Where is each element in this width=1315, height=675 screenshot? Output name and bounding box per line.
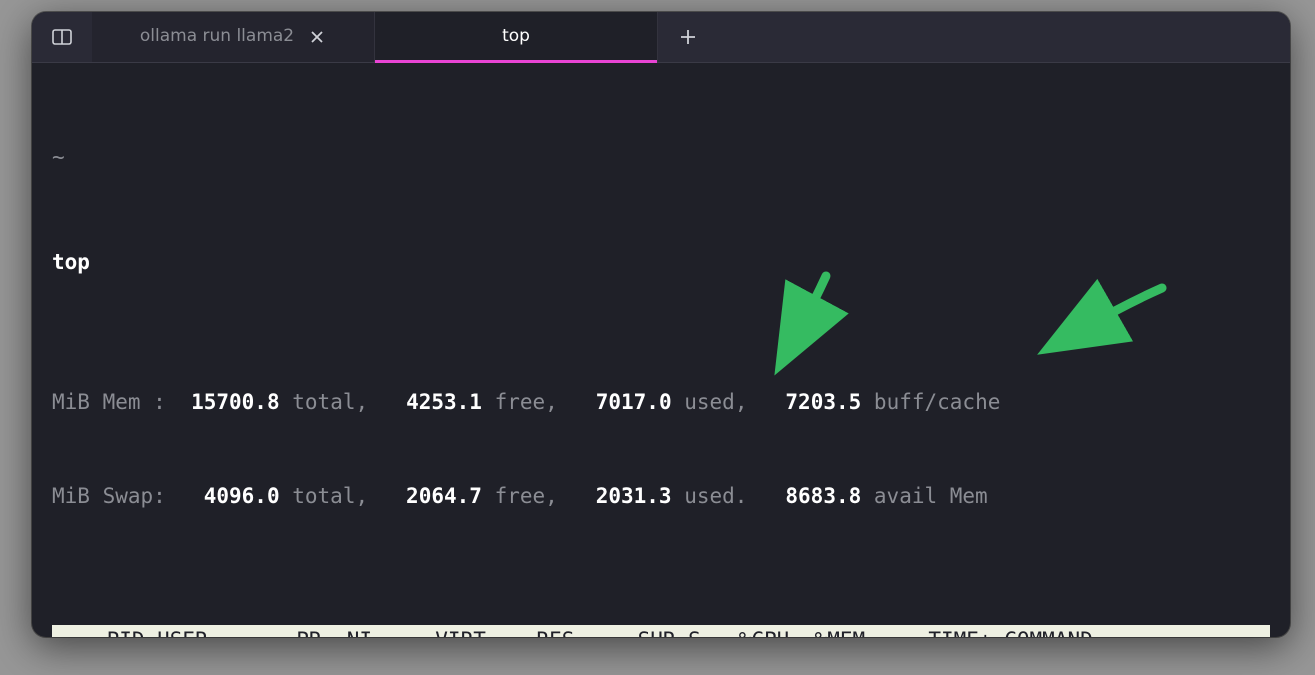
tab-ollama[interactable]: ollama run llama2 [92,12,375,62]
command-name: top [52,250,90,274]
split-pane-icon[interactable] [32,12,92,62]
close-icon[interactable] [308,28,326,46]
tab-label: ollama run llama2 [140,24,294,50]
process-table-header: PID USER PR NI VIRT RES SHR S %CPU %MEM … [52,625,1270,637]
memory-summary: MiB Mem : 15700.8 total, 4253.1 free, 70… [52,387,1270,419]
command-line: top [52,247,1270,279]
tab-bar: ollama run llama2 top [32,12,1290,63]
tab-top[interactable]: top [375,12,658,62]
terminal-output[interactable]: ~ top MiB Mem : 15700.8 total, 4253.1 fr… [32,63,1290,637]
new-tab-button[interactable] [658,12,718,62]
terminal-window: ollama run llama2 top ~ top MiB Mem : 15… [32,12,1290,637]
tab-label: top [502,24,530,50]
swap-summary: MiB Swap: 4096.0 total, 2064.7 free, 203… [52,481,1270,513]
prompt-line: ~ [52,142,1270,174]
